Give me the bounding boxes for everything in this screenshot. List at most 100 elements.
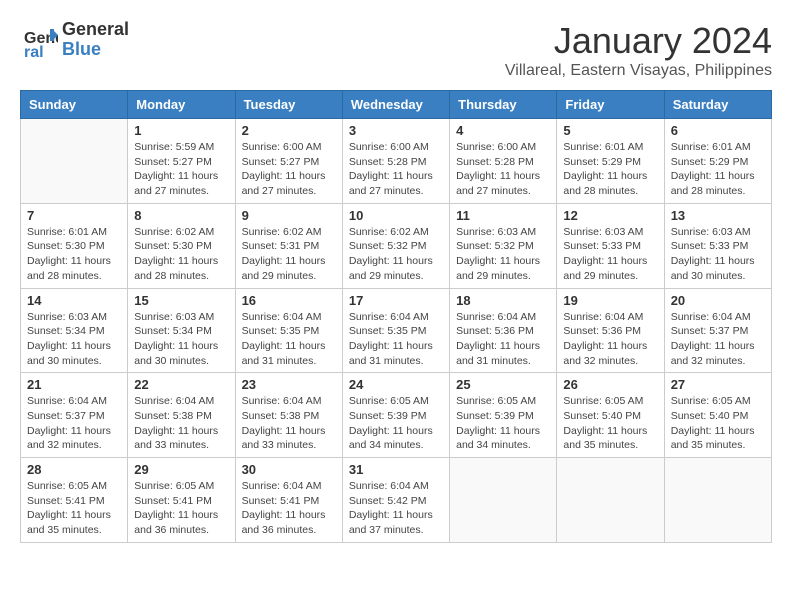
day-number: 16 <box>242 293 336 308</box>
day-number: 27 <box>671 377 765 392</box>
day-cell: 19 Sunrise: 6:04 AMSunset: 5:36 PMDayligh… <box>557 288 664 373</box>
week-row-4: 21 Sunrise: 6:04 AMSunset: 5:37 PMDayligh… <box>21 373 772 458</box>
title-section: January 2024 Villareal, Eastern Visayas,… <box>505 20 772 80</box>
day-info: Sunrise: 6:05 AMSunset: 5:39 PMDaylight:… <box>456 394 550 453</box>
day-cell: 18Sunrise: 6:04 AMSunset: 5:36 PMDayligh… <box>450 288 557 373</box>
day-cell: 9 Sunrise: 6:02 AMSunset: 5:31 PMDaylight… <box>235 203 342 288</box>
day-cell: 24Sunrise: 6:05 AMSunset: 5:39 PMDayligh… <box>342 373 449 458</box>
day-info: Sunrise: 6:03 AMSunset: 5:34 PMDaylight:… <box>134 310 228 369</box>
day-cell: 23 Sunrise: 6:04 AMSunset: 5:38 PMDayligh… <box>235 373 342 458</box>
day-number: 4 <box>456 123 550 138</box>
day-number: 12 <box>563 208 657 223</box>
day-cell: 5Sunrise: 6:01 AMSunset: 5:29 PMDaylight… <box>557 119 664 204</box>
day-number: 1 <box>134 123 228 138</box>
day-info: Sunrise: 6:05 AMSunset: 5:39 PMDaylight:… <box>349 394 443 453</box>
day-cell <box>557 458 664 543</box>
page-header: Gene ral General Blue January 2024 Villa… <box>20 20 772 80</box>
day-cell: 20 Sunrise: 6:04 AMSunset: 5:37 PMDayligh… <box>664 288 771 373</box>
day-info: Sunrise: 6:04 AMSunset: 5:37 PMDaylight:… <box>27 394 121 453</box>
day-cell: 6 Sunrise: 6:01 AMSunset: 5:29 PMDaylight… <box>664 119 771 204</box>
day-info: Sunrise: 6:04 AMSunset: 5:41 PMDaylight:… <box>242 479 336 538</box>
day-cell: 10 Sunrise: 6:02 AMSunset: 5:32 PMDayligh… <box>342 203 449 288</box>
day-cell: 28 Sunrise: 6:05 AMSunset: 5:41 PMDayligh… <box>21 458 128 543</box>
day-info: Sunrise: 6:04 AMSunset: 5:38 PMDaylight:… <box>134 394 228 453</box>
day-cell: 12Sunrise: 6:03 AMSunset: 5:33 PMDayligh… <box>557 203 664 288</box>
day-info: Sunrise: 6:01 AMSunset: 5:29 PMDaylight:… <box>563 140 657 199</box>
day-cell: 29 Sunrise: 6:05 AMSunset: 5:41 PMDayligh… <box>128 458 235 543</box>
day-info: Sunrise: 6:04 AMSunset: 5:38 PMDaylight:… <box>242 394 336 453</box>
header-monday: Monday <box>128 91 235 119</box>
day-cell <box>21 119 128 204</box>
day-number: 22 <box>134 377 228 392</box>
day-number: 13 <box>671 208 765 223</box>
week-row-5: 28 Sunrise: 6:05 AMSunset: 5:41 PMDayligh… <box>21 458 772 543</box>
day-info: Sunrise: 6:02 AMSunset: 5:31 PMDaylight:… <box>242 225 336 284</box>
day-info: Sunrise: 6:05 AMSunset: 5:40 PMDaylight:… <box>563 394 657 453</box>
day-info: Sunrise: 6:04 AMSunset: 5:37 PMDaylight:… <box>671 310 765 369</box>
location-title: Villareal, Eastern Visayas, Philippines <box>505 62 772 80</box>
day-cell <box>664 458 771 543</box>
day-cell: 17 Sunrise: 6:04 AMSunset: 5:35 PMDayligh… <box>342 288 449 373</box>
day-cell: 3Sunrise: 6:00 AMSunset: 5:28 PMDaylight… <box>342 119 449 204</box>
day-number: 2 <box>242 123 336 138</box>
logo: Gene ral General Blue <box>20 20 129 60</box>
day-info: Sunrise: 6:05 AMSunset: 5:41 PMDaylight:… <box>134 479 228 538</box>
day-info: Sunrise: 6:00 AMSunset: 5:28 PMDaylight:… <box>349 140 443 199</box>
day-number: 21 <box>27 377 121 392</box>
day-number: 10 <box>349 208 443 223</box>
day-number: 23 <box>242 377 336 392</box>
day-number: 17 <box>349 293 443 308</box>
day-info: Sunrise: 6:02 AMSunset: 5:32 PMDaylight:… <box>349 225 443 284</box>
day-number: 11 <box>456 208 550 223</box>
header-thursday: Thursday <box>450 91 557 119</box>
day-info: Sunrise: 6:00 AMSunset: 5:28 PMDaylight:… <box>456 140 550 199</box>
calendar-header-row: SundayMondayTuesdayWednesdayThursdayFrid… <box>21 91 772 119</box>
week-row-2: 7Sunrise: 6:01 AMSunset: 5:30 PMDaylight… <box>21 203 772 288</box>
day-number: 29 <box>134 462 228 477</box>
day-cell: 8 Sunrise: 6:02 AMSunset: 5:30 PMDaylight… <box>128 203 235 288</box>
day-info: Sunrise: 6:04 AMSunset: 5:35 PMDaylight:… <box>349 310 443 369</box>
day-info: Sunrise: 6:01 AMSunset: 5:29 PMDaylight:… <box>671 140 765 199</box>
day-cell <box>450 458 557 543</box>
day-number: 9 <box>242 208 336 223</box>
day-info: Sunrise: 6:05 AMSunset: 5:41 PMDaylight:… <box>27 479 121 538</box>
day-info: Sunrise: 6:05 AMSunset: 5:40 PMDaylight:… <box>671 394 765 453</box>
day-info: Sunrise: 6:01 AMSunset: 5:30 PMDaylight:… <box>27 225 121 284</box>
day-info: Sunrise: 6:02 AMSunset: 5:30 PMDaylight:… <box>134 225 228 284</box>
month-title: January 2024 <box>505 20 772 62</box>
header-tuesday: Tuesday <box>235 91 342 119</box>
day-info: Sunrise: 6:04 AMSunset: 5:35 PMDaylight:… <box>242 310 336 369</box>
day-number: 15 <box>134 293 228 308</box>
day-cell: 25 Sunrise: 6:05 AMSunset: 5:39 PMDayligh… <box>450 373 557 458</box>
day-number: 28 <box>27 462 121 477</box>
day-cell: 15 Sunrise: 6:03 AMSunset: 5:34 PMDayligh… <box>128 288 235 373</box>
day-cell: 31Sunrise: 6:04 AMSunset: 5:42 PMDayligh… <box>342 458 449 543</box>
header-saturday: Saturday <box>664 91 771 119</box>
day-cell: 30 Sunrise: 6:04 AMSunset: 5:41 PMDayligh… <box>235 458 342 543</box>
day-info: Sunrise: 6:04 AMSunset: 5:42 PMDaylight:… <box>349 479 443 538</box>
day-info: Sunrise: 6:00 AMSunset: 5:27 PMDaylight:… <box>242 140 336 199</box>
day-number: 25 <box>456 377 550 392</box>
header-sunday: Sunday <box>21 91 128 119</box>
day-number: 26 <box>563 377 657 392</box>
day-cell: 4 Sunrise: 6:00 AMSunset: 5:28 PMDaylight… <box>450 119 557 204</box>
day-number: 18 <box>456 293 550 308</box>
day-info: Sunrise: 6:04 AMSunset: 5:36 PMDaylight:… <box>563 310 657 369</box>
calendar-table: SundayMondayTuesdayWednesdayThursdayFrid… <box>20 90 772 543</box>
day-number: 30 <box>242 462 336 477</box>
header-friday: Friday <box>557 91 664 119</box>
day-info: Sunrise: 6:03 AMSunset: 5:33 PMDaylight:… <box>671 225 765 284</box>
day-number: 8 <box>134 208 228 223</box>
day-number: 14 <box>27 293 121 308</box>
day-cell: 27 Sunrise: 6:05 AMSunset: 5:40 PMDayligh… <box>664 373 771 458</box>
day-number: 19 <box>563 293 657 308</box>
svg-text:ral: ral <box>24 44 44 59</box>
day-number: 6 <box>671 123 765 138</box>
day-info: Sunrise: 5:59 AMSunset: 5:27 PMDaylight:… <box>134 140 228 199</box>
day-cell: 2 Sunrise: 6:00 AMSunset: 5:27 PMDaylight… <box>235 119 342 204</box>
day-number: 20 <box>671 293 765 308</box>
day-cell: 14 Sunrise: 6:03 AMSunset: 5:34 PMDayligh… <box>21 288 128 373</box>
day-info: Sunrise: 6:03 AMSunset: 5:34 PMDaylight:… <box>27 310 121 369</box>
logo-icon: Gene ral <box>20 21 58 59</box>
day-cell: 22 Sunrise: 6:04 AMSunset: 5:38 PMDayligh… <box>128 373 235 458</box>
